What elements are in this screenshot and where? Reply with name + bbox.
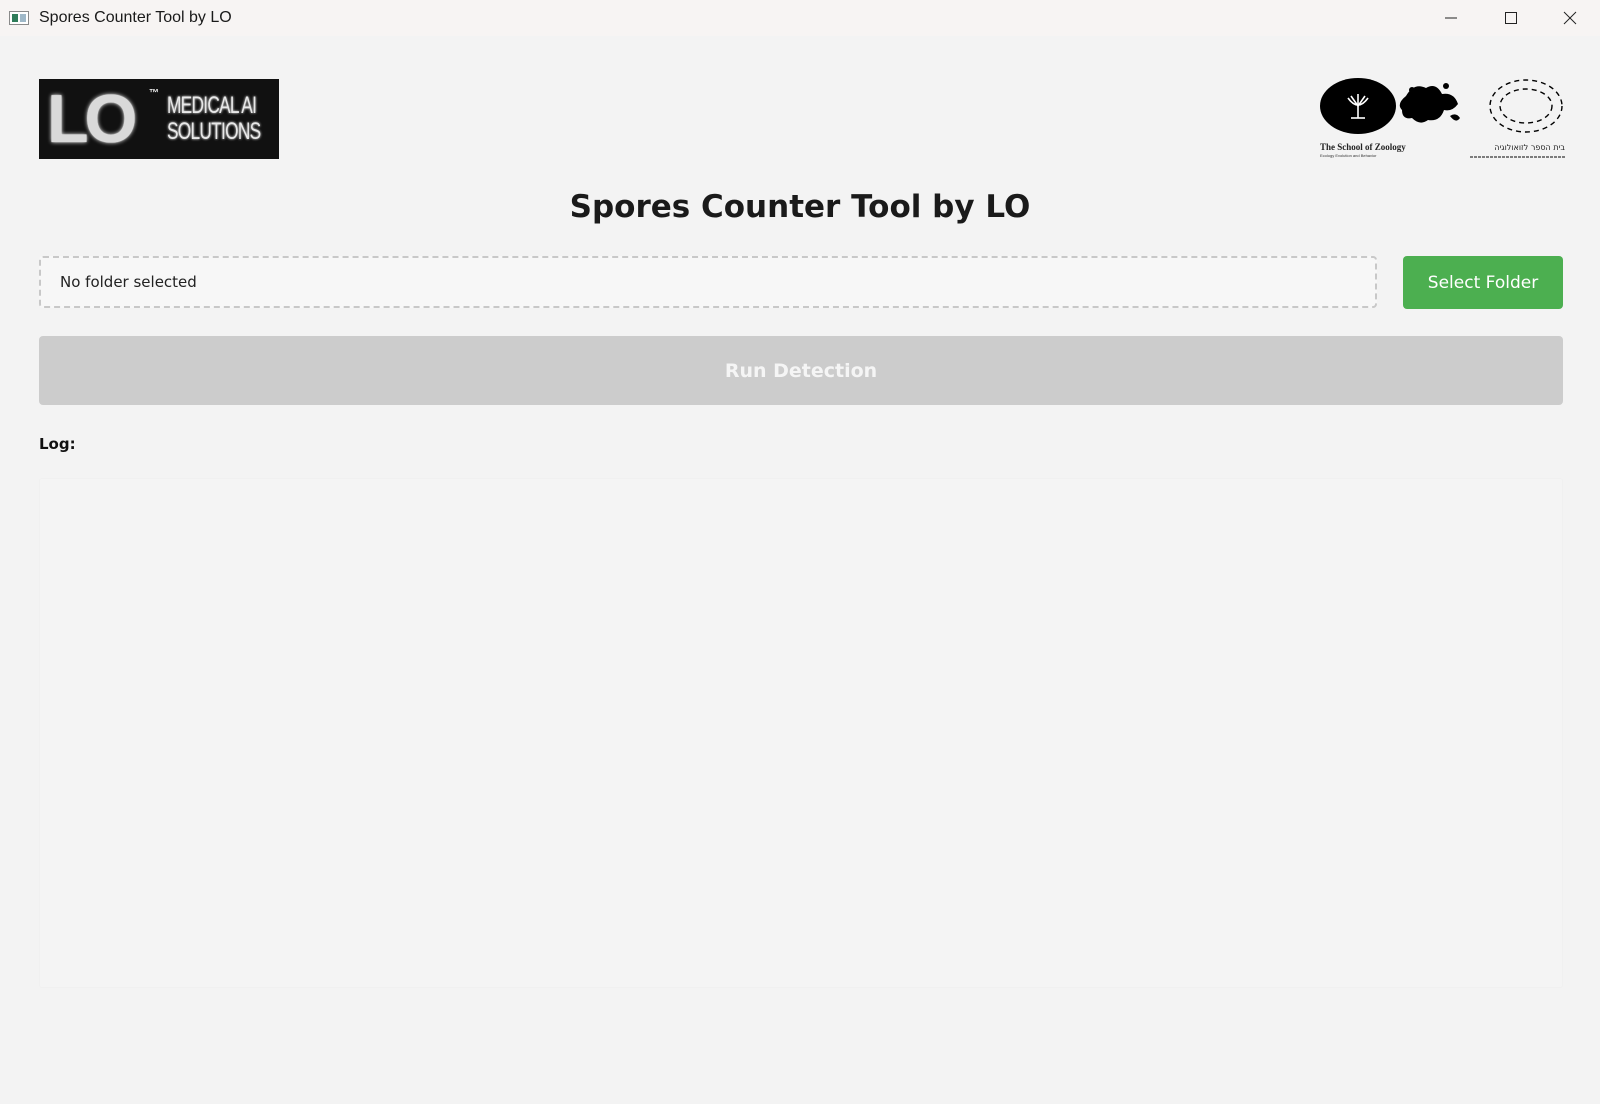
logo-line-2: SOLUTIONS bbox=[167, 118, 261, 145]
logo-lo-letters: LO bbox=[47, 81, 137, 157]
lo-medical-ai-logo: LO ™ MEDICAL AI SOLUTIONS bbox=[39, 79, 279, 159]
zoology-caption-en-sub: Ecology Evolution and Behavior bbox=[1320, 153, 1377, 158]
run-detection-button[interactable]: Run Detection bbox=[39, 336, 1563, 405]
page-title: Spores Counter Tool by LO bbox=[569, 189, 1031, 225]
minimize-button[interactable] bbox=[1421, 0, 1481, 36]
log-textarea[interactable] bbox=[39, 478, 1563, 988]
window-titlebar: Spores Counter Tool by LO bbox=[0, 0, 1600, 36]
minimize-icon bbox=[1445, 17, 1457, 19]
animals-illustration-icon bbox=[1399, 83, 1460, 123]
logo-line-1: MEDICAL AI bbox=[167, 92, 257, 119]
folder-path-display: No folder selected bbox=[39, 256, 1377, 308]
school-of-zoology-logo: The School of Zoology Ecology Evolution … bbox=[1320, 78, 1565, 158]
close-icon bbox=[1563, 11, 1577, 25]
zoology-caption-en: The School of Zoology bbox=[1320, 142, 1406, 152]
app-window-icon bbox=[9, 11, 29, 25]
logo-trademark: ™ bbox=[149, 88, 159, 99]
log-label: Log: bbox=[39, 435, 76, 453]
logo-company-name: MEDICAL AI SOLUTIONS bbox=[167, 92, 261, 145]
folder-path-text: No folder selected bbox=[60, 273, 197, 291]
zoology-caption-he: בית הספר לזואולוגיה bbox=[1494, 143, 1565, 152]
maximize-icon bbox=[1505, 12, 1517, 24]
window-title: Spores Counter Tool by LO bbox=[39, 9, 232, 26]
maximize-button[interactable] bbox=[1481, 0, 1541, 36]
dashed-circle-icon bbox=[1489, 79, 1563, 133]
select-folder-button[interactable]: Select Folder bbox=[1403, 256, 1563, 309]
close-button[interactable] bbox=[1540, 0, 1600, 36]
